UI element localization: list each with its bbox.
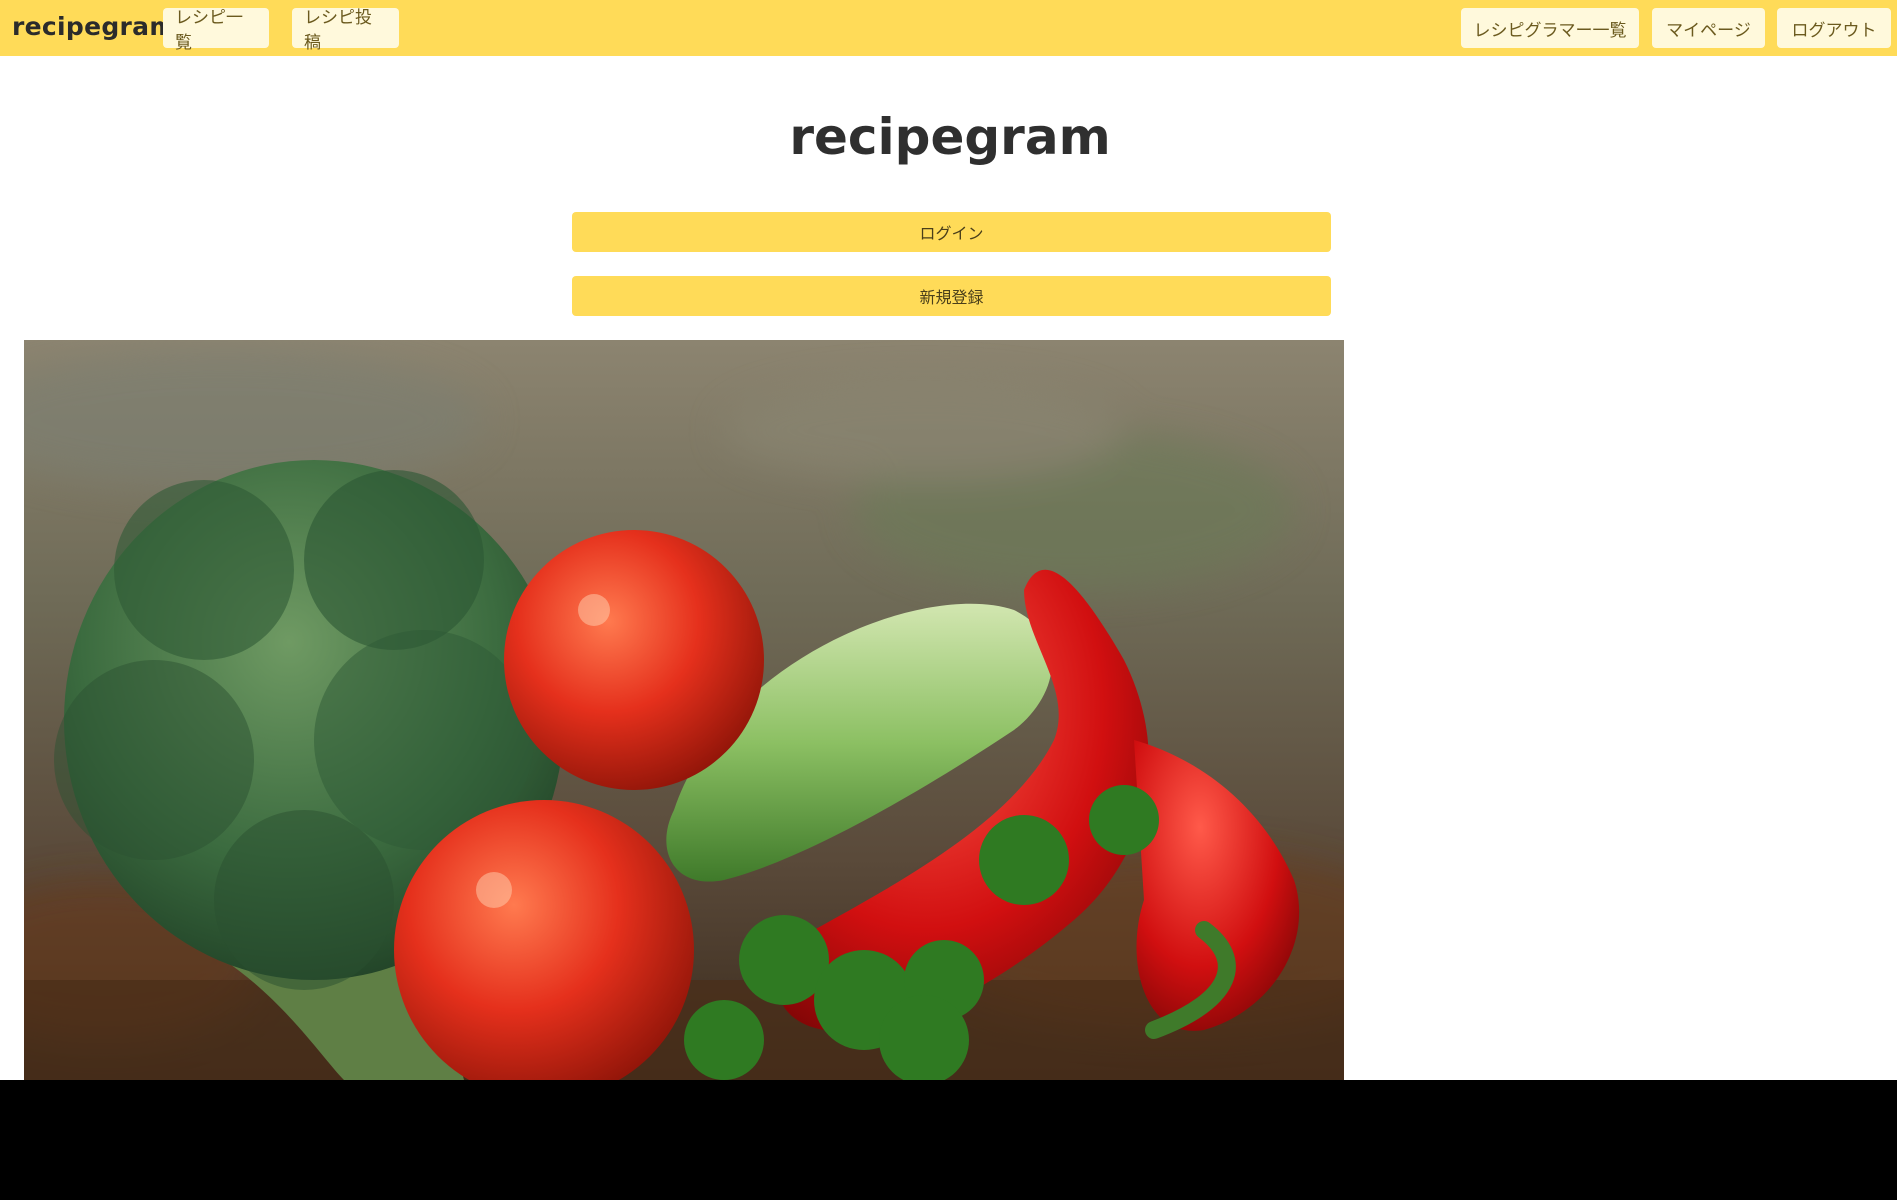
hero-image — [24, 340, 1344, 1080]
mypage-link[interactable]: マイページ — [1652, 8, 1765, 48]
vegetables-image — [24, 340, 1344, 1080]
recipegrammer-list-link[interactable]: レシピグラマー一覧 — [1461, 8, 1639, 48]
tomato-top — [504, 530, 764, 790]
logout-link[interactable]: ログアウト — [1777, 8, 1891, 48]
login-button[interactable]: ログイン — [572, 212, 1331, 252]
top-navbar: recipegram レシピ一覧 レシピ投稿 レシピグラマー一覧 マイページ ロ… — [0, 0, 1897, 56]
post-recipe-link[interactable]: レシピ投稿 — [292, 8, 399, 53]
page: recipegram レシピ一覧 レシピ投稿 レシピグラマー一覧 マイページ ロ… — [0, 0, 1897, 1080]
page-title: recipegram — [789, 108, 1111, 166]
recipe-list-link[interactable]: レシピ一覧 — [163, 8, 269, 53]
signup-button[interactable]: 新規登録 — [572, 276, 1331, 316]
brand-logo[interactable]: recipegram — [12, 12, 176, 41]
